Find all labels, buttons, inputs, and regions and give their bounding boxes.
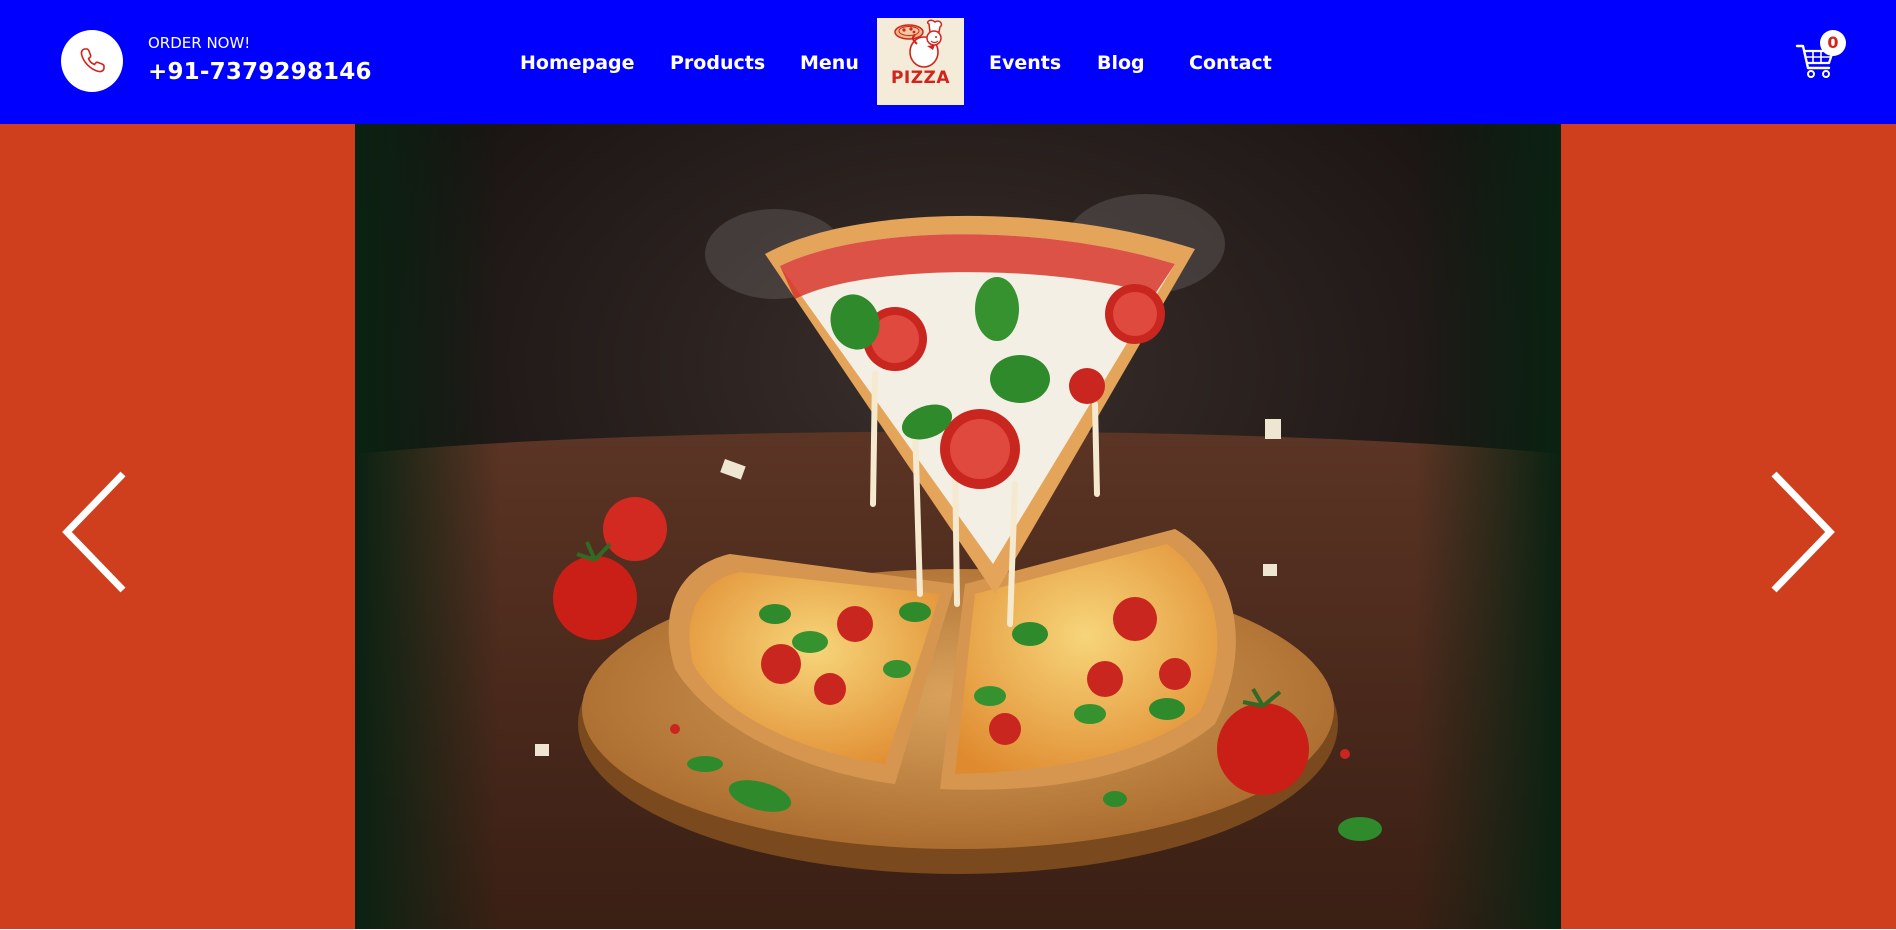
nav-homepage[interactable]: Homepage: [520, 50, 635, 76]
phone-icon: [80, 48, 105, 73]
nav-contact[interactable]: Contact: [1189, 50, 1272, 76]
nav-products[interactable]: Products: [670, 50, 765, 76]
hero-slider: [0, 124, 1896, 929]
nav-events[interactable]: Events: [989, 50, 1061, 76]
site-logo[interactable]: PIZZA: [877, 18, 964, 105]
nav-blog[interactable]: Blog: [1097, 50, 1145, 76]
hero-slide-image: [355, 124, 1561, 929]
nav-menu[interactable]: Menu: [800, 50, 859, 76]
phone-button[interactable]: [61, 30, 123, 92]
pizza-photo: [355, 124, 1561, 929]
chevron-right-icon: [1771, 471, 1835, 593]
slider-next-button[interactable]: [1762, 464, 1842, 594]
site-header: ORDER NOW! +91-7379298146 Homepage Produ…: [0, 0, 1896, 124]
pizza-chef-logo: [893, 19, 942, 68]
phone-number[interactable]: +91-7379298146: [148, 58, 372, 86]
order-now-label: ORDER NOW!: [148, 34, 251, 52]
order-now-block: ORDER NOW! +91-7379298146: [148, 33, 372, 86]
chevron-left-icon: [62, 471, 126, 593]
logo-text: PIZZA: [890, 68, 951, 88]
slider-prev-button[interactable]: [55, 464, 135, 594]
cart-count-badge: 0: [1820, 30, 1846, 56]
